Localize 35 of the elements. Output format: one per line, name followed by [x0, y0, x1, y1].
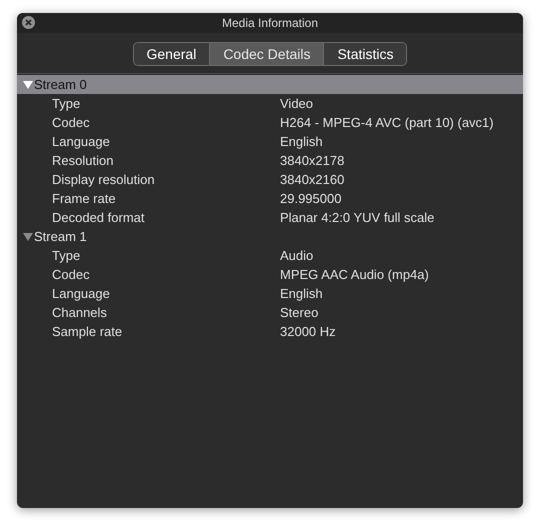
property-value: English	[280, 284, 323, 303]
stream-label: Stream 1	[34, 228, 87, 246]
property-value: Video	[280, 94, 314, 113]
tree-row[interactable]: Stream 1	[17, 227, 523, 246]
property-value: Stereo	[280, 304, 318, 322]
tree-row[interactable]: Stream 0	[17, 75, 523, 94]
property-name: Type	[52, 246, 82, 265]
property-name: Channels	[52, 304, 108, 322]
property-value: English	[280, 132, 323, 151]
property-value: MPEG AAC Audio (mp4a)	[280, 266, 429, 284]
window-title: Media Information	[222, 15, 318, 32]
property-value: Planar 4:2:0 YUV full scale	[280, 208, 434, 227]
property-name: Codec	[52, 114, 91, 132]
triangle-down-icon[interactable]	[23, 80, 33, 90]
property-name: Sample rate	[52, 322, 124, 341]
tab[interactable]: Codec Details	[209, 43, 324, 65]
property-name: Language	[52, 284, 111, 303]
tab[interactable]: General	[134, 43, 210, 65]
triangle-down-icon[interactable]	[23, 232, 33, 242]
tab[interactable]: Statistics	[323, 43, 406, 65]
property-value: Audio	[280, 246, 314, 265]
stream-label: Stream 0	[34, 76, 87, 94]
property-value: 3840x2178	[280, 152, 344, 170]
close-icon[interactable]	[22, 16, 35, 29]
property-name: Resolution	[52, 152, 114, 170]
property-name: Language	[52, 132, 111, 151]
property-value: 32000 Hz	[280, 322, 336, 341]
property-name: Frame rate	[52, 190, 117, 208]
property-name: Type	[52, 94, 82, 113]
property-name: Codec	[52, 266, 91, 284]
property-name: Display resolution	[52, 170, 156, 189]
property-value: 29.995000	[280, 190, 342, 208]
property-value: 3840x2160	[280, 170, 344, 189]
property-value: H264 - MPEG-4 AVC (part 10) (avc1)	[280, 114, 494, 132]
property-name: Decoded format	[52, 208, 146, 227]
